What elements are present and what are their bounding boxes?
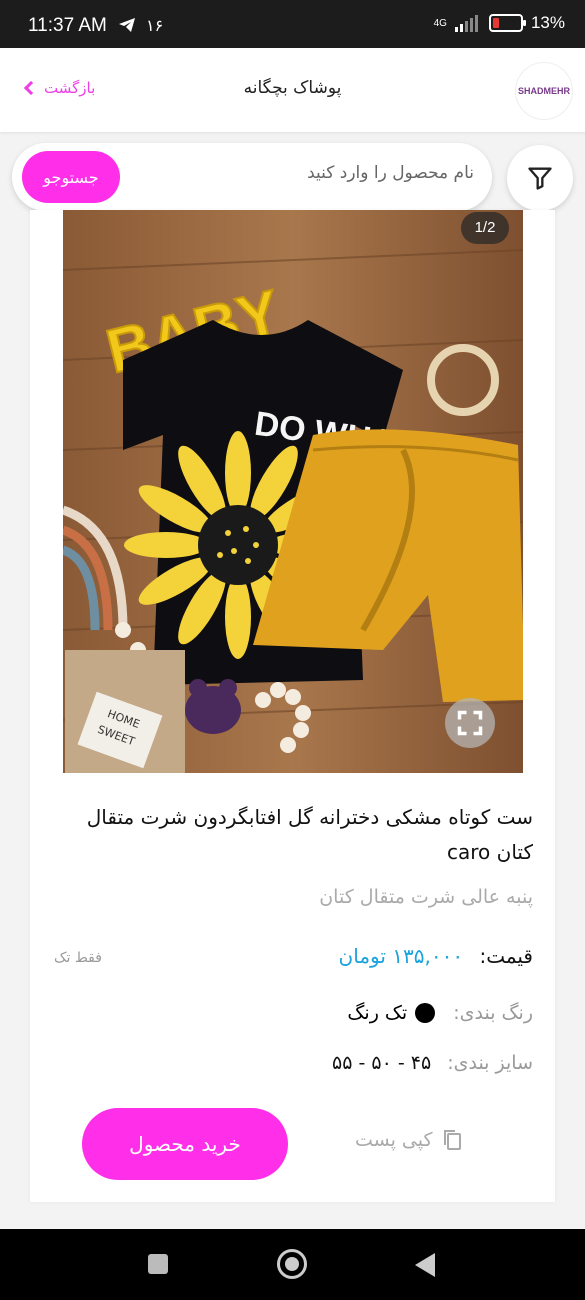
battery-icon (488, 14, 526, 32)
product-subtitle: پنبه عالی شرت متقال کتان (319, 886, 533, 908)
recents-icon[interactable] (148, 1254, 168, 1274)
search-button[interactable]: جستوجو (22, 151, 120, 203)
status-date: ۱۶ (146, 16, 164, 35)
size-label: سایز بندی: (447, 1052, 533, 1074)
back-label: بازگشت (44, 79, 96, 97)
back-button[interactable]: بازگشت (22, 79, 95, 97)
color-row: رنگ بندی: تک رنگ (347, 1002, 533, 1024)
size-value: ۴۵ - ۵۰ - ۵۵ (332, 1052, 432, 1074)
battery-percent: 13% (530, 13, 565, 32)
only-one-label: فقط تک (54, 950, 102, 966)
price-label: قیمت: (479, 944, 533, 968)
search-bar: جستوجو (12, 143, 492, 211)
product-image[interactable]: BABY (63, 210, 523, 773)
app-header: SHADMEHR پوشاک بچگانه بازگشت (0, 48, 585, 132)
size-row: سایز بندی: ۴۵ - ۵۰ - ۵۵ (332, 1052, 533, 1074)
fullscreen-icon (457, 710, 483, 736)
status-time: 11:37 AM (28, 15, 107, 36)
chevron-left-icon (23, 80, 39, 96)
copy-icon (443, 1130, 461, 1150)
signal-icon (454, 15, 478, 32)
filter-icon (528, 167, 552, 190)
buy-button[interactable]: خرید محصول (82, 1108, 288, 1180)
home-icon[interactable] (277, 1249, 307, 1279)
search-input[interactable] (174, 163, 474, 183)
price-row: قیمت: ۱۳۵,۰۰۰ تومان (339, 944, 533, 968)
system-nav-bar (0, 1229, 585, 1300)
product-title: ست کوتاه مشکی دخترانه گل افتابگردون شرت … (86, 805, 533, 864)
copy-post-label: کپی پست (355, 1129, 433, 1151)
image-counter: 1/2 (461, 212, 509, 244)
telegram-icon (119, 18, 135, 32)
color-value: تک رنگ (347, 1002, 408, 1024)
status-bar: 11:37 AM ۱۶ 4G 13% (0, 0, 585, 48)
status-icons: 4G 13% (434, 13, 565, 33)
copy-post-button[interactable]: کپی پست (355, 1128, 463, 1152)
price-value: ۱۳۵,۰۰۰ تومان (338, 944, 464, 968)
product-card: BABY (30, 210, 555, 1202)
product-photo: BABY (63, 210, 523, 773)
network-label: 4G (433, 17, 447, 29)
back-icon[interactable] (415, 1253, 435, 1277)
color-label: رنگ بندی: (453, 1002, 533, 1024)
color-swatch (415, 1003, 436, 1023)
fullscreen-button[interactable] (445, 698, 495, 748)
filter-button[interactable] (507, 145, 573, 211)
